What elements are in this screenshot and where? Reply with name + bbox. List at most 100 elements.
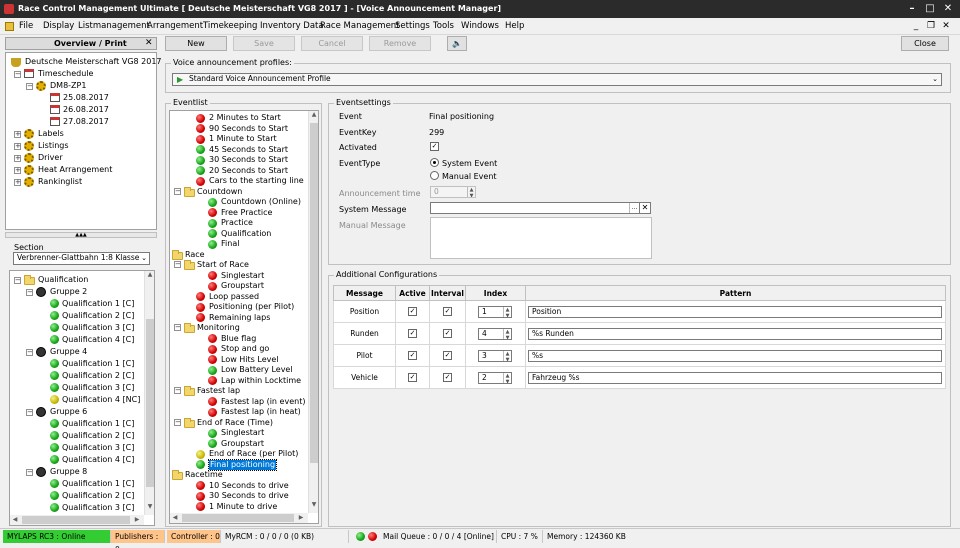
- menu-tools[interactable]: Tools: [433, 21, 454, 31]
- collapse-icon[interactable]: −: [174, 261, 181, 268]
- scroll-down-icon[interactable]: ▼: [145, 503, 154, 510]
- event-item[interactable]: Singlestart: [221, 428, 264, 438]
- tree-item-labels[interactable]: Labels: [38, 129, 64, 139]
- event-item[interactable]: Monitoring: [197, 323, 240, 333]
- event-item[interactable]: 45 Seconds to Start: [209, 145, 288, 155]
- tree-item-date[interactable]: 27.08.2017: [63, 117, 109, 127]
- tree-item-heat[interactable]: Qualification 1 [C]: [62, 479, 134, 489]
- event-item[interactable]: Lap within Locktime: [221, 376, 301, 386]
- scroll-up-icon[interactable]: ▲: [309, 111, 318, 118]
- index-input[interactable]: 2 ▲ ▼: [478, 372, 512, 384]
- scroll-down-icon[interactable]: ▼: [309, 501, 318, 508]
- tree-item-group[interactable]: Gruppe 2: [50, 287, 87, 297]
- overview-tree[interactable]: Deutsche Meisterschaft VG8 2017 − Timesc…: [5, 52, 162, 230]
- menu-timekeeping[interactable]: Timekeeping: [203, 21, 257, 31]
- menu-help[interactable]: Help: [505, 21, 524, 31]
- event-item[interactable]: Singlestart: [221, 271, 264, 281]
- col-interval-header[interactable]: Interval: [429, 285, 466, 301]
- tree-item-heat[interactable]: Qualification 1 [C]: [62, 299, 134, 309]
- remove-button[interactable]: Remove: [369, 36, 431, 51]
- save-button[interactable]: Save: [233, 36, 295, 51]
- tree-item-dm8-zp1[interactable]: DM8-ZP1: [50, 81, 86, 91]
- event-item[interactable]: Fastest lap (in event): [221, 397, 305, 407]
- event-item[interactable]: Blue flag: [221, 334, 256, 344]
- event-item[interactable]: Free Practice: [221, 208, 272, 218]
- scroll-thumb[interactable]: [182, 514, 294, 522]
- tree-item-group[interactable]: Gruppe 4: [50, 347, 87, 357]
- expand-icon[interactable]: +: [14, 167, 21, 174]
- tree-item-heat[interactable]: Qualification 3 [C]: [62, 443, 134, 453]
- tree-item-championship[interactable]: Deutsche Meisterschaft VG8 2017: [25, 57, 162, 67]
- tree-item-heat-arrangement[interactable]: Heat Arrangement: [38, 165, 112, 175]
- speaker-button[interactable]: 🔈: [447, 36, 467, 51]
- section-select[interactable]: Verbrenner-Glattbahn 1:8 Klasse ⌄: [13, 252, 150, 265]
- event-item[interactable]: 1 Minute to drive: [209, 502, 277, 512]
- tree-item-heat[interactable]: Qualification 2 [C]: [62, 491, 134, 501]
- menu-inventory-data[interactable]: Inventory Data: [260, 21, 324, 31]
- announcement-time-input[interactable]: 0 ▲ ▼: [430, 186, 476, 198]
- event-item[interactable]: Fastest lap (in heat): [221, 407, 301, 417]
- spinner-icon[interactable]: ▲ ▼: [467, 187, 475, 197]
- event-item[interactable]: 1 Minute to Start: [209, 134, 277, 144]
- event-item[interactable]: End of Race (Time): [197, 418, 273, 428]
- mdi-restore-icon[interactable]: ❐: [925, 21, 937, 31]
- expand-icon[interactable]: +: [14, 179, 21, 186]
- event-item[interactable]: Low Hits Level: [221, 355, 279, 365]
- manual-event-radio[interactable]: [430, 171, 439, 180]
- col-active-header[interactable]: Active: [395, 285, 430, 301]
- tree-item-qualification[interactable]: Qualification: [38, 275, 88, 285]
- scroll-right-icon[interactable]: ▶: [132, 516, 142, 523]
- cancel-button[interactable]: Cancel: [301, 36, 363, 51]
- tree-item-date[interactable]: 26.08.2017: [63, 105, 109, 115]
- collapse-icon[interactable]: −: [174, 187, 181, 195]
- collapse-icon[interactable]: −: [14, 277, 21, 284]
- close-window-icon[interactable]: ✕: [942, 3, 954, 15]
- spinner-icon[interactable]: ▲ ▼: [503, 329, 511, 339]
- mdi-minimize-icon[interactable]: _: [910, 21, 922, 31]
- scroll-left-icon[interactable]: ◀: [170, 514, 180, 521]
- pattern-input[interactable]: %s Runden: [528, 328, 942, 340]
- collapse-icon[interactable]: −: [174, 324, 181, 331]
- scroll-thumb[interactable]: [146, 319, 154, 487]
- collapse-icon[interactable]: −: [26, 469, 33, 476]
- event-item[interactable]: Cars to the starting line: [209, 176, 304, 186]
- tree-item-timeschedule[interactable]: Timeschedule: [38, 69, 93, 79]
- event-item[interactable]: Fastest lap: [197, 386, 240, 396]
- menu-arrangement[interactable]: Arrangement: [147, 21, 203, 31]
- event-item[interactable]: Final: [221, 239, 239, 249]
- event-item[interactable]: 30 Seconds to Start: [209, 155, 288, 165]
- tree-item-heat[interactable]: Qualification 1 [C]: [62, 359, 134, 369]
- activated-checkbox[interactable]: ✓: [430, 142, 439, 151]
- tree-item-date[interactable]: 25.08.2017: [63, 93, 109, 103]
- tree-item-driver[interactable]: Driver: [38, 153, 63, 163]
- menu-display[interactable]: Display: [43, 21, 74, 31]
- spinner-icon[interactable]: ▲ ▼: [503, 351, 511, 361]
- event-item[interactable]: Start of Race: [197, 260, 249, 270]
- collapse-icon[interactable]: −: [26, 349, 33, 356]
- event-item[interactable]: Loop passed: [209, 292, 259, 302]
- section-vscrollbar[interactable]: ▲ ▼: [144, 271, 154, 515]
- tree-item-group[interactable]: Gruppe 6: [50, 407, 87, 417]
- eventlist-vscrollbar[interactable]: ▲ ▼: [308, 111, 318, 513]
- active-checkbox[interactable]: ✓: [408, 373, 417, 382]
- tree-item-heat[interactable]: Qualification 2 [C]: [62, 431, 134, 441]
- interval-checkbox[interactable]: ✓: [443, 351, 452, 360]
- collapse-icon[interactable]: −: [174, 387, 181, 394]
- scroll-up-icon[interactable]: ▲: [145, 271, 154, 278]
- expand-icon[interactable]: +: [14, 155, 21, 162]
- mdi-close-icon[interactable]: ✕: [940, 21, 952, 31]
- event-item[interactable]: Positioning (per Pilot): [209, 302, 294, 312]
- interval-checkbox[interactable]: ✓: [443, 329, 452, 338]
- minimize-icon[interactable]: –: [906, 3, 918, 15]
- event-item[interactable]: Countdown (Online): [221, 197, 301, 207]
- system-event-radio[interactable]: [430, 158, 439, 167]
- pattern-input[interactable]: Position: [528, 306, 942, 318]
- active-checkbox[interactable]: ✓: [408, 329, 417, 338]
- spinner-icon[interactable]: ▲ ▼: [503, 307, 511, 317]
- event-item[interactable]: 30 Seconds to drive: [209, 491, 289, 501]
- menu-race-management[interactable]: Race Management: [320, 21, 400, 31]
- collapse-icon[interactable]: −: [26, 83, 33, 90]
- splitter-handle[interactable]: ▲▲▲: [5, 232, 157, 238]
- event-item[interactable]: 10 Seconds to drive: [209, 481, 289, 491]
- menu-listmanagement[interactable]: Listmanagement: [78, 21, 150, 31]
